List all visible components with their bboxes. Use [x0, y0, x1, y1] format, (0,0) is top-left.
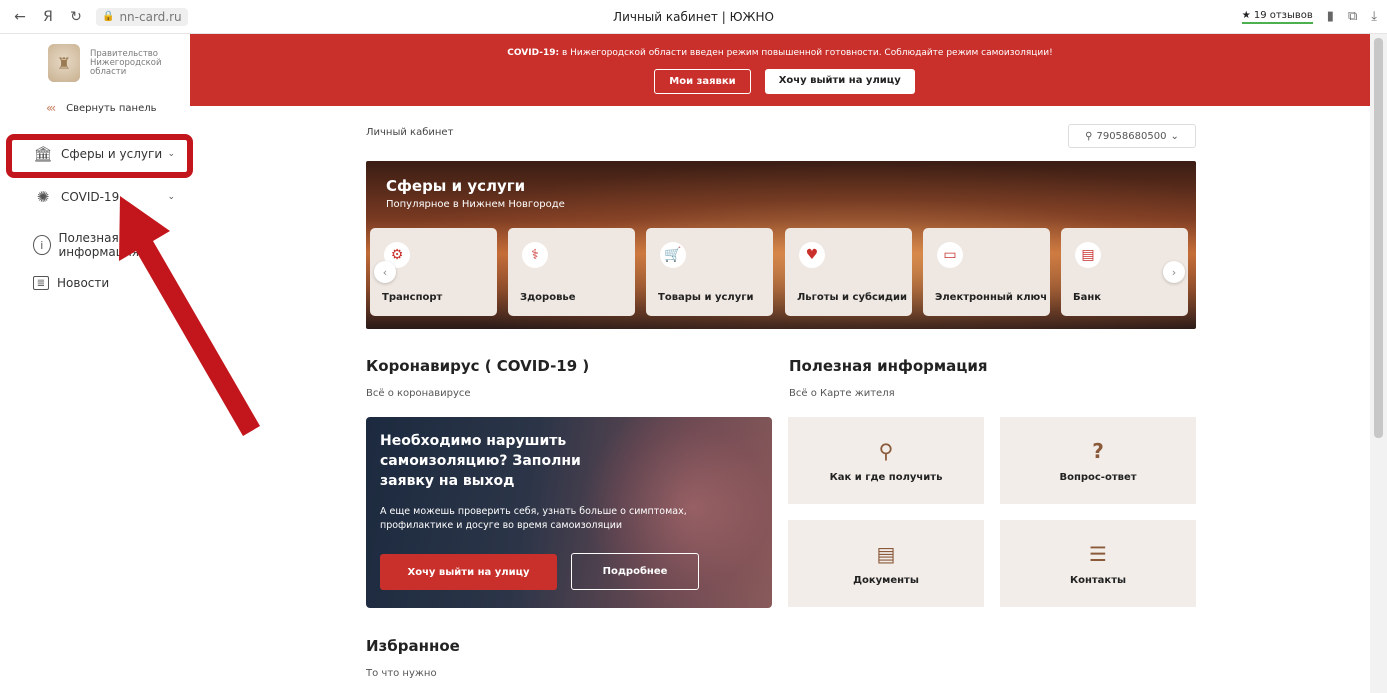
url-text: nn-card.ru	[119, 9, 182, 24]
chat-icon: ☰	[1089, 542, 1107, 566]
covid-card-text: А еще можешь проверить себя, узнать боль…	[380, 506, 687, 531]
covid-go-out-button[interactable]: Хочу выйти на улицу	[380, 554, 557, 590]
user-account-dropdown[interactable]: ⚲ 79058680500 ⌄	[1068, 124, 1196, 148]
chevron-down-icon: ⌄	[167, 192, 175, 202]
yandex-icon[interactable]: Я	[34, 9, 62, 25]
question-icon: ?	[1092, 439, 1104, 463]
info-icon: i	[33, 235, 51, 255]
collapse-label: Свернуть панель	[66, 102, 157, 114]
card-label: Здоровье	[520, 292, 576, 303]
logo[interactable]: ♜ Правительство Нижегородской области	[48, 44, 170, 82]
covid-promo-card: Необходимо нарушить самоизоляцию? Заполн…	[366, 417, 772, 608]
sidebar-item-label: Полезная информация	[58, 231, 139, 259]
tile-contacts[interactable]: ☰ Контакты	[1000, 520, 1196, 607]
tile-label: Вопрос-ответ	[1059, 472, 1137, 483]
useful-info-title: Полезная информация	[789, 357, 988, 375]
carousel-prev-button[interactable]: ‹	[374, 261, 396, 283]
location-pin-icon: ⚲	[878, 439, 894, 463]
breadcrumb: Личный кабинет	[366, 127, 454, 138]
virus-icon: ✺	[36, 188, 50, 206]
double-chevron-left-icon: «‹	[46, 101, 56, 115]
card-label: Банк	[1073, 292, 1102, 303]
tile-label: Документы	[853, 575, 919, 586]
alert-prefix: COVID-19:	[507, 48, 560, 58]
services-hero: Сферы и услуги Популярное в Нижнем Новго…	[366, 161, 1196, 329]
cart-icon: 🛒	[660, 242, 686, 268]
service-card-health[interactable]: ⚕ Здоровье	[508, 228, 635, 316]
coat-of-arms-icon: ♜	[48, 44, 80, 82]
covid-card-title: Необходимо нарушить самоизоляцию? Заполн…	[380, 433, 581, 489]
card-label: Транспорт	[382, 292, 443, 303]
covid-section-subtitle: Всё о коронавирусе	[366, 388, 471, 399]
my-requests-button[interactable]: Мои заявки	[654, 69, 751, 94]
tile-label: Как и где получить	[829, 472, 943, 483]
chevron-down-icon: ⌄	[1170, 130, 1179, 142]
tile-label: Контакты	[1069, 575, 1127, 586]
monitor-icon: ▭	[937, 242, 963, 268]
family-icon: ♥	[799, 242, 825, 268]
sidebar-item-covid[interactable]: ✺ COVID-19 ⌄	[33, 187, 183, 207]
tile-how-to-get[interactable]: ⚲ Как и где получить	[788, 417, 984, 504]
bookmark-icon[interactable]: ▮	[1327, 9, 1334, 24]
lock-icon: 🔒	[102, 11, 115, 22]
alert-text: в Нижегородской области введен режим пов…	[559, 48, 1053, 58]
download-icon[interactable]: ⤓	[1371, 9, 1377, 24]
hero-title: Сферы и услуги	[386, 177, 526, 195]
carousel-next-button[interactable]: ›	[1163, 261, 1185, 283]
card-label: Товары и услуги	[658, 292, 754, 303]
go-out-button[interactable]: Хочу выйти на улицу	[764, 69, 915, 94]
covid-more-button[interactable]: Подробнее	[571, 553, 699, 590]
logo-text: Правительство Нижегородской области	[90, 48, 162, 77]
scrollbar-thumb[interactable]	[1374, 38, 1383, 438]
sidebar-item-label: COVID-19	[61, 190, 120, 204]
health-icon: ⚕	[522, 242, 548, 268]
chevron-right-icon: ›	[1171, 265, 1177, 279]
sidebar-item-info[interactable]: i Полезная информация	[33, 231, 183, 259]
tile-documents[interactable]: ▤ Документы	[788, 520, 984, 607]
covid-section-title: Коронавирус ( COVID-19 )	[366, 357, 590, 375]
chevron-left-icon: ‹	[382, 265, 388, 279]
tile-faq[interactable]: ? Вопрос-ответ	[1000, 417, 1196, 504]
user-phone: 79058680500	[1096, 130, 1167, 142]
reviews-badge[interactable]: ★ 19 отзывов	[1241, 10, 1313, 24]
covid-alert-banner: COVID-19: в Нижегородской области введен…	[190, 34, 1370, 106]
scrollbar[interactable]	[1370, 34, 1387, 693]
service-card-ekey[interactable]: ▭ Электронный ключ	[923, 228, 1050, 316]
favorites-subtitle: То что нужно	[366, 668, 437, 679]
card-label: Электронный ключ	[935, 292, 1048, 303]
page-title: Личный кабинет | ЮЖНО	[613, 9, 774, 24]
favorites-title: Избранное	[366, 637, 460, 655]
back-icon[interactable]: ←	[6, 9, 34, 25]
card-label: Льготы и субсидии	[797, 292, 907, 303]
sidebar-item-label: Новости	[57, 276, 110, 290]
alert-message: COVID-19: в Нижегородской области введен…	[190, 48, 1370, 58]
service-card-benefits[interactable]: ♥ Льготы и субсидии	[785, 228, 912, 316]
collapse-panel-button[interactable]: «‹ Свернуть панель	[46, 101, 157, 115]
highlight-box	[6, 134, 193, 178]
extensions-icon[interactable]: ⧉	[1348, 9, 1357, 24]
bank-card-icon: ▤	[1075, 242, 1101, 268]
sidebar: ♜ Правительство Нижегородской области «‹…	[0, 34, 190, 693]
sidebar-item-news[interactable]: ≣ Новости	[33, 276, 183, 290]
browser-toolbar: ← Я ↻ 🔒 nn-card.ru Личный кабинет | ЮЖНО…	[0, 0, 1387, 34]
user-icon: ⚲	[1085, 130, 1093, 142]
news-icon: ≣	[33, 276, 49, 290]
document-icon: ▤	[876, 542, 896, 566]
useful-info-subtitle: Всё о Карте жителя	[789, 388, 895, 399]
hero-subtitle: Популярное в Нижнем Новгороде	[386, 199, 565, 210]
reload-icon[interactable]: ↻	[62, 9, 90, 25]
address-bar[interactable]: 🔒 nn-card.ru	[96, 7, 188, 26]
service-card-goods[interactable]: 🛒 Товары и услуги	[646, 228, 773, 316]
